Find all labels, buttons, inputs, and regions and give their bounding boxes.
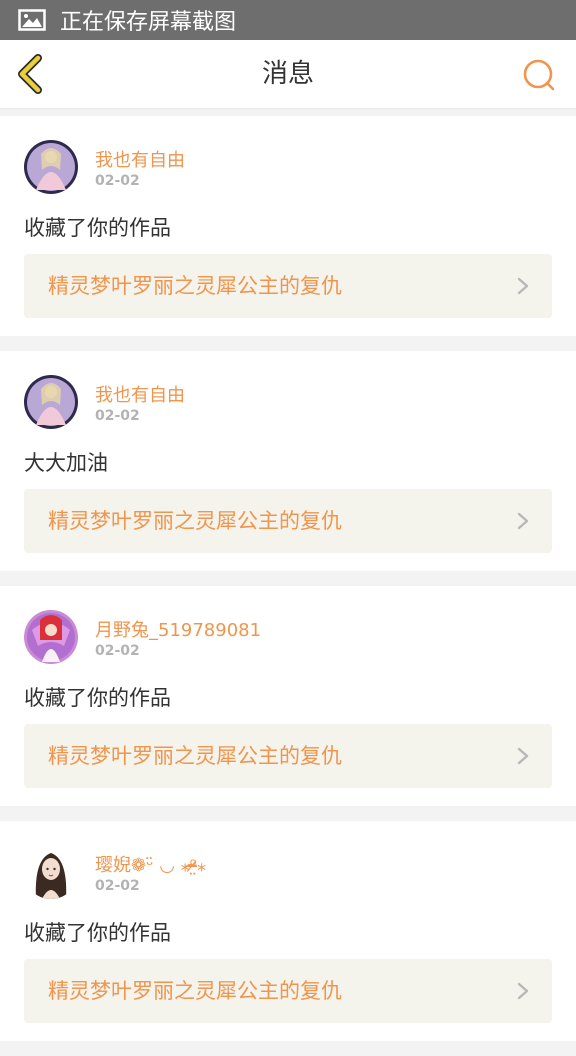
message-date: 02-02 (95, 173, 140, 189)
avatar[interactable] (24, 845, 78, 899)
work-title: 精灵梦叶罗丽之灵犀公主的复仇 (48, 274, 342, 298)
message-card: 月野兔_519789081 02-02 收藏了你的作品 精灵梦叶罗丽之灵犀公主的… (0, 586, 576, 806)
search-button[interactable] (522, 58, 556, 92)
avatar[interactable] (24, 610, 78, 664)
message-text: 收藏了你的作品 (24, 686, 171, 710)
nav-bar: 消息 (0, 40, 576, 109)
work-title: 精灵梦叶罗丽之灵犀公主的复仇 (48, 509, 342, 533)
work-link[interactable]: 精灵梦叶罗丽之灵犀公主的复仇 (24, 724, 552, 788)
message-date: 02-02 (95, 408, 140, 424)
message-list: 我也有自由 02-02 收藏了你的作品 精灵梦叶罗丽之灵犀公主的复仇 我也有自由… (0, 116, 576, 1056)
avatar[interactable] (24, 375, 78, 429)
message-text: 收藏了你的作品 (24, 216, 171, 240)
chevron-right-icon (517, 277, 529, 295)
message-date: 02-02 (95, 643, 140, 659)
image-icon (18, 9, 46, 31)
message-card: 璎婗❁ᵕ̈ ◡ ⁎ᵒ̴̶̷̤⁎ 02-02 收藏了你的作品 精灵梦叶罗丽之灵犀公… (0, 821, 576, 1041)
message-card: 我也有自由 02-02 收藏了你的作品 精灵梦叶罗丽之灵犀公主的复仇 (0, 116, 576, 336)
chevron-right-icon (517, 512, 529, 530)
search-icon (523, 59, 555, 91)
avatar[interactable] (24, 140, 78, 194)
message-card: 我也有自由 02-02 大大加油 精灵梦叶罗丽之灵犀公主的复仇 (0, 351, 576, 571)
status-text: 正在保存屏幕截图 (60, 10, 237, 35)
username[interactable]: 月野兔_519789081 (95, 616, 261, 642)
work-link[interactable]: 精灵梦叶罗丽之灵犀公主的复仇 (24, 489, 552, 553)
chevron-right-icon (517, 747, 529, 765)
chevron-right-icon (517, 982, 529, 1000)
work-title: 精灵梦叶罗丽之灵犀公主的复仇 (48, 744, 342, 768)
username[interactable]: 我也有自由 (95, 381, 185, 407)
message-text: 收藏了你的作品 (24, 921, 171, 945)
work-link[interactable]: 精灵梦叶罗丽之灵犀公主的复仇 (24, 254, 552, 318)
work-title: 精灵梦叶罗丽之灵犀公主的复仇 (48, 979, 342, 1003)
username[interactable]: 我也有自由 (95, 146, 185, 172)
page-title: 消息 (261, 59, 314, 89)
message-text: 大大加油 (24, 451, 108, 475)
status-bar: 正在保存屏幕截图 (0, 0, 576, 40)
work-link[interactable]: 精灵梦叶罗丽之灵犀公主的复仇 (24, 959, 552, 1023)
username[interactable]: 璎婗❁ᵕ̈ ◡ ⁎ᵒ̴̶̷̤⁎ (95, 851, 206, 877)
message-date: 02-02 (95, 878, 140, 894)
